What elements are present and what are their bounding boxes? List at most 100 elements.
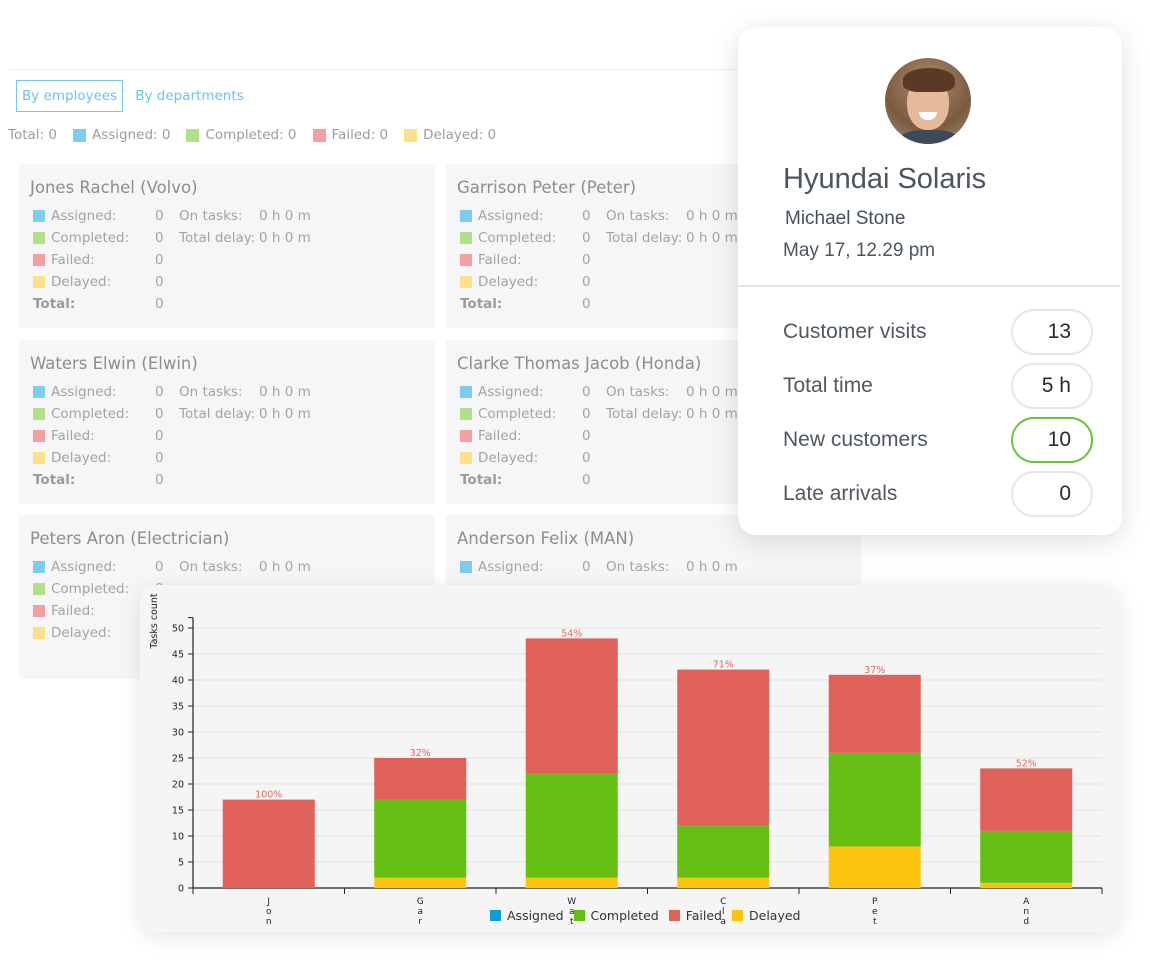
stat-value-pill: 13	[1011, 309, 1093, 355]
bar-failed	[677, 669, 770, 826]
on-tasks-value: 0 h 0 m	[259, 559, 311, 575]
delayed-value: 0	[155, 450, 164, 466]
legend-item-assigned[interactable]: Assigned	[490, 908, 564, 923]
bar-completed	[677, 825, 770, 878]
completed-label: Completed:	[478, 230, 557, 246]
legend-item-failed[interactable]: Failed	[668, 908, 722, 923]
completed-value: 0	[582, 406, 591, 422]
bar-completed	[525, 773, 618, 878]
avatar-hair	[903, 68, 955, 92]
summary-total: Total: 0	[8, 127, 57, 143]
bar-delayed	[374, 877, 467, 888]
failed-label: Failed:	[51, 428, 95, 444]
y-tick-label: 50	[172, 624, 184, 635]
legend-item-delayed[interactable]: Delayed	[732, 908, 800, 923]
delayed-label: Delayed:	[478, 450, 539, 466]
x-tick-label: o	[266, 907, 272, 917]
y-tick-label: 35	[172, 702, 184, 713]
x-tick-label: C	[720, 897, 726, 907]
legend-item-completed[interactable]: Completed	[573, 908, 659, 923]
bar-failed	[374, 758, 467, 800]
failed-value: 0	[582, 252, 591, 268]
completed-value: 0	[155, 406, 164, 422]
completed-label: Completed:	[478, 406, 557, 422]
bar-label-failed: 37%	[864, 665, 885, 676]
employee-card[interactable]: Jones Rachel (Volvo) Assigned: 0 On task…	[19, 164, 435, 328]
assigned-value: 0	[155, 208, 164, 224]
total-value: 0	[155, 472, 164, 488]
x-tick-label: a	[417, 907, 423, 917]
summary-failed: Failed: 0	[312, 127, 388, 143]
assigned-value: 0	[582, 384, 591, 400]
x-tick-label: n	[1023, 907, 1029, 917]
bar-delayed	[828, 846, 921, 888]
assigned-swatch-icon	[33, 210, 45, 222]
total-delay-label: Total delay:	[606, 406, 683, 422]
legend-swatch-icon	[573, 910, 585, 921]
bar-failed	[525, 638, 618, 774]
tasks-chart-panel: 05101520253035404550Tasks count100%Jon8%…	[140, 585, 1120, 932]
on-tasks-value: 0 h 0 m	[686, 208, 738, 224]
on-tasks-value: 0 h 0 m	[686, 559, 738, 575]
row-assigned: Assigned: 0 On tasks: 0 h 0 m	[30, 556, 424, 578]
stat-label: New customers	[783, 428, 928, 451]
on-tasks-label: On tasks:	[179, 208, 243, 224]
tab-by-employees[interactable]: By employees	[16, 80, 124, 112]
vehicle-title: Hyundai Solaris	[783, 163, 987, 195]
y-tick-label: 5	[178, 858, 184, 869]
avatar-shirt	[897, 130, 961, 144]
top-divider	[10, 69, 750, 70]
tab-by-departments[interactable]: By departments	[129, 80, 249, 112]
profile-card: Hyundai Solaris Michael Stone May 17, 12…	[738, 27, 1122, 535]
delayed-label: Delayed:	[478, 274, 539, 290]
x-tick-label: W	[567, 897, 576, 907]
total-label: Total:	[33, 296, 76, 312]
delayed-swatch-icon	[460, 276, 472, 288]
stat-label: Total time	[783, 374, 873, 397]
y-tick-label: 40	[172, 676, 184, 687]
delayed-swatch-icon	[33, 627, 45, 639]
y-tick-label: 20	[172, 780, 184, 791]
row-delayed: Delayed: 0	[30, 271, 424, 293]
x-tick-label: n	[266, 917, 272, 927]
y-tick-label: 15	[172, 806, 184, 817]
summary-completed: Completed: 0	[186, 127, 297, 143]
delayed-value: 0	[582, 274, 591, 290]
x-tick-label: r	[418, 917, 422, 927]
row-completed: Completed: 0 Total delay: 0 h 0 m	[30, 403, 424, 425]
completed-swatch-icon	[186, 128, 200, 142]
summary-bar: Total: 0 Assigned: 0 Completed: 0 Failed…	[8, 127, 512, 143]
employee-card[interactable]: Waters Elwin (Elwin) Assigned: 0 On task…	[19, 340, 435, 504]
y-axis-label: Tasks count	[149, 593, 160, 650]
total-label: Total:	[33, 472, 76, 488]
completed-swatch-icon	[460, 408, 472, 420]
assigned-label: Assigned:	[51, 559, 117, 575]
bar-completed	[828, 752, 921, 847]
bar-failed	[980, 768, 1073, 831]
failed-label: Failed:	[51, 252, 95, 268]
on-tasks-label: On tasks:	[606, 559, 670, 575]
assigned-value: 0	[155, 559, 164, 575]
y-tick-label: 25	[172, 754, 184, 765]
total-value: 0	[582, 296, 591, 312]
employee-name: Waters Elwin (Elwin)	[30, 354, 198, 373]
failed-swatch-icon	[33, 605, 45, 617]
delayed-value: 0	[155, 274, 164, 290]
total-delay-value: 0 h 0 m	[686, 230, 738, 246]
y-tick-label: 30	[172, 728, 184, 739]
stat-total-time: Total time 5 h	[783, 363, 1093, 409]
bar-label-failed: 52%	[1016, 758, 1037, 769]
x-tick-label: d	[1023, 917, 1029, 927]
stat-value-pill: 5 h	[1011, 363, 1093, 409]
row-failed: Failed: 0	[30, 425, 424, 447]
delayed-value: 0	[582, 450, 591, 466]
assigned-label: Assigned:	[478, 559, 544, 575]
bar-failed	[828, 674, 921, 753]
delayed-swatch-icon	[460, 452, 472, 464]
y-tick-label: 10	[172, 832, 184, 843]
profile-datetime: May 17, 12.29 pm	[783, 240, 936, 261]
driver-name: Michael Stone	[785, 208, 906, 229]
on-tasks-value: 0 h 0 m	[259, 208, 311, 224]
x-tick-label: P	[872, 897, 878, 907]
on-tasks-value: 0 h 0 m	[686, 384, 738, 400]
